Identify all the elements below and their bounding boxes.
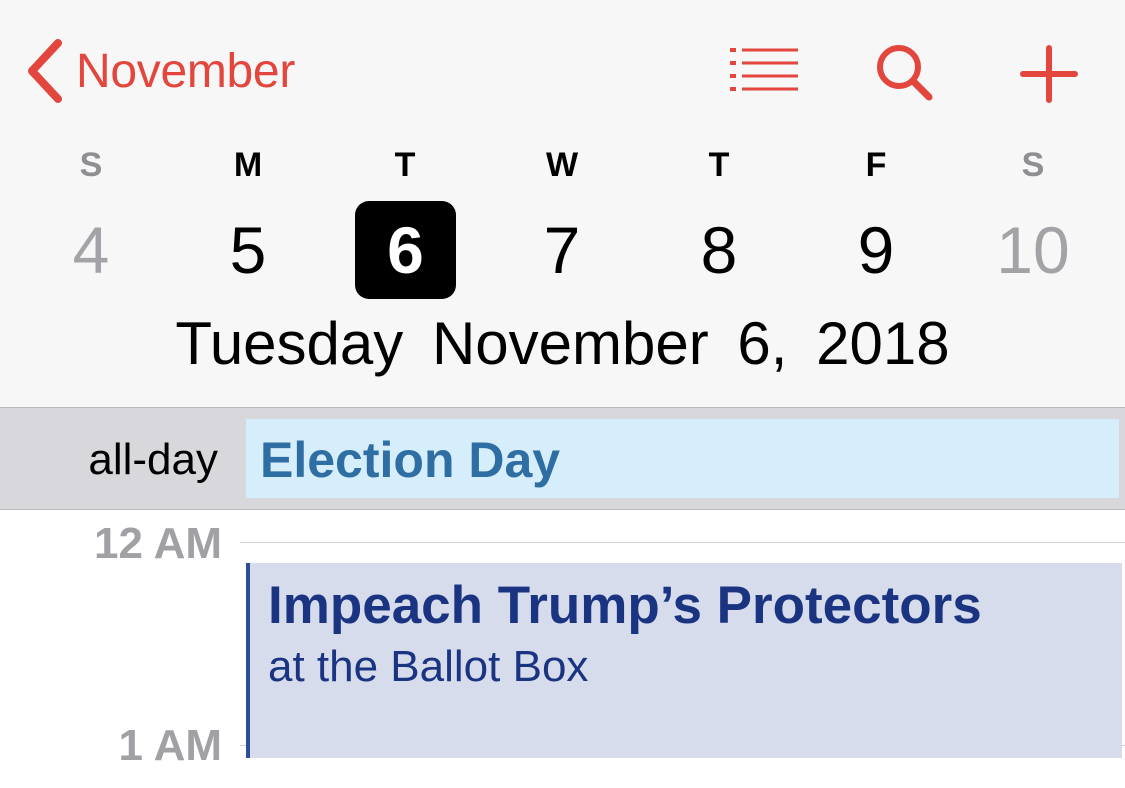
weekday-letter: M bbox=[233, 146, 263, 184]
search-icon[interactable] bbox=[874, 42, 934, 102]
list-icon[interactable] bbox=[728, 46, 800, 92]
all-day-label: all-day bbox=[88, 435, 218, 484]
day-timeline: 12 AM 1 AM Impeach Trump’s Protectors at… bbox=[0, 510, 1125, 788]
weekday-letter: S bbox=[79, 146, 103, 184]
day-cell-4[interactable]: 4 bbox=[36, 198, 146, 302]
event-subtitle: at the Ballot Box bbox=[268, 642, 589, 691]
hour-label-1am: 1 AM bbox=[118, 721, 223, 770]
day-cell-10[interactable]: 10 bbox=[978, 198, 1088, 302]
back-button-label: November bbox=[76, 44, 296, 98]
weekday-letter: F bbox=[865, 146, 887, 184]
hour-line bbox=[240, 542, 1125, 543]
hour-label-12am: 12 AM bbox=[94, 519, 222, 568]
day-cell-7[interactable]: 7 bbox=[507, 198, 617, 302]
week-day-strip: 4 5 6 7 8 9 10 bbox=[0, 198, 1125, 302]
event-title: Impeach Trump’s Protectors bbox=[268, 576, 982, 635]
day-cell-9[interactable]: 9 bbox=[821, 198, 931, 302]
selected-date-title: Tuesday November 6, 2018 bbox=[175, 310, 950, 377]
chevron-left-icon bbox=[28, 39, 62, 103]
timed-event[interactable]: Impeach Trump’s Protectors at the Ballot… bbox=[246, 563, 1122, 758]
day-cell-8[interactable]: 8 bbox=[664, 198, 774, 302]
all-day-event[interactable]: Election Day bbox=[246, 419, 1119, 498]
all-day-row: all-day Election Day bbox=[0, 407, 1125, 510]
day-cell-6-selected[interactable]: 6 bbox=[355, 201, 456, 299]
calendar-header: November S M T W T F S 4 5 6 7 8 9 10 Tu… bbox=[0, 0, 1125, 407]
plus-icon[interactable] bbox=[1020, 45, 1078, 103]
weekday-letter: S bbox=[1021, 146, 1045, 184]
weekday-letter: T bbox=[708, 146, 730, 184]
day-cell-5[interactable]: 5 bbox=[193, 198, 303, 302]
weekday-letter: T bbox=[394, 146, 416, 184]
back-button[interactable]: November bbox=[24, 38, 295, 104]
weekday-header-row: S M T W T F S bbox=[0, 140, 1125, 190]
weekday-letter: W bbox=[545, 146, 579, 184]
